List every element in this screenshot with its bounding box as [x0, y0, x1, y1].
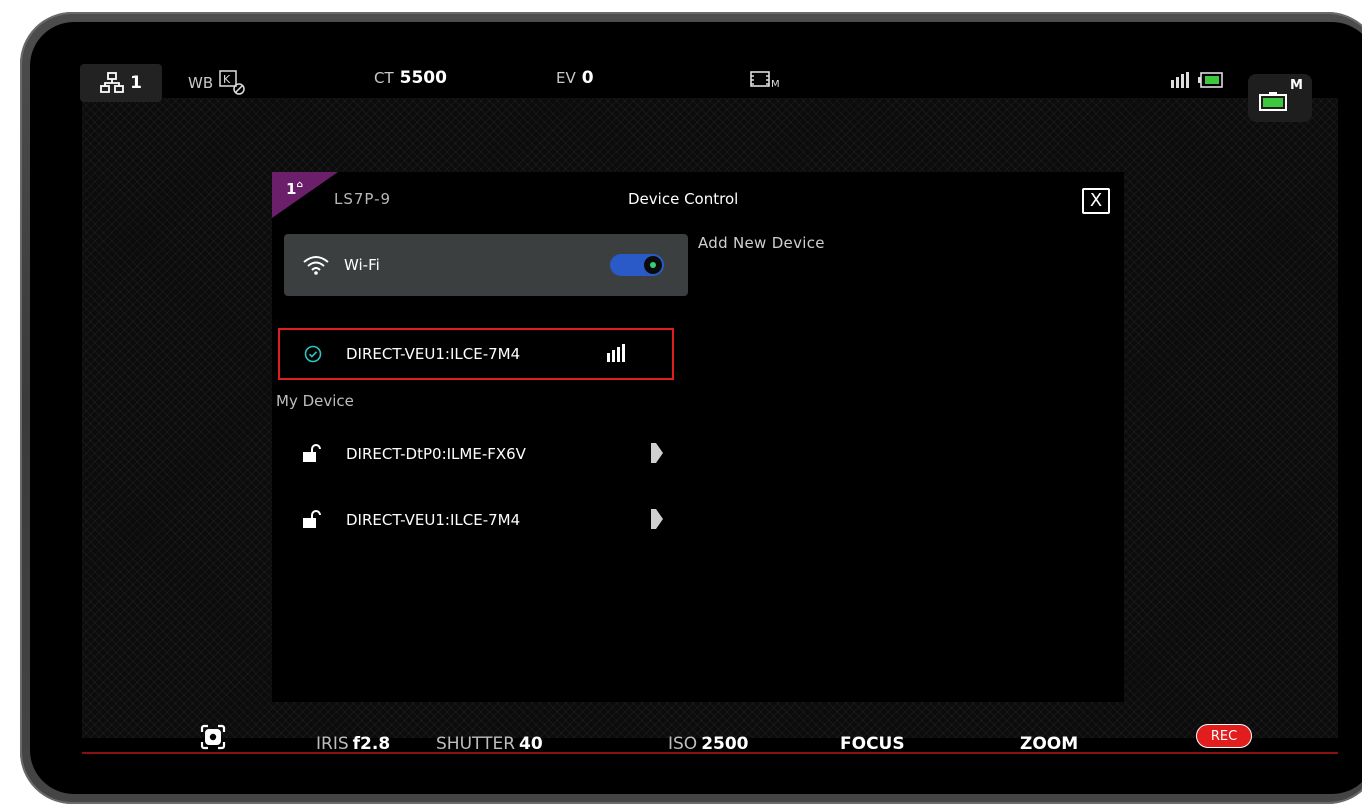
device-control-dialog: 1⌂ LS7P-9 Device Control X Wi-Fi Add New…	[272, 172, 1124, 702]
wifi-toggle[interactable]	[610, 254, 664, 276]
ev-value: 0	[581, 68, 594, 88]
iso-status[interactable]: ISO 2500	[668, 734, 749, 754]
connected-device-name: DIRECT-VEU1:ILCE-7M4	[346, 345, 521, 363]
my-device-name: DIRECT-VEU1:ILCE-7M4	[346, 511, 521, 529]
bottom-divider	[82, 752, 1338, 754]
connected-device-row[interactable]: DIRECT-VEU1:ILCE-7M4	[278, 328, 674, 380]
my-device-name: DIRECT-DtP0:ILME-FX6V	[346, 445, 526, 463]
my-device-item[interactable]: DIRECT-VEU1:ILCE-7M4	[302, 500, 672, 540]
my-device-heading: My Device	[276, 392, 354, 410]
battery-mode-box[interactable]: M	[1248, 74, 1312, 122]
iris-value: f2.8	[352, 734, 391, 754]
network-icon	[100, 72, 124, 93]
check-icon	[304, 345, 322, 363]
wifi-icon	[303, 256, 329, 275]
rec-button[interactable]: REC	[1196, 724, 1252, 748]
iso-value: 2500	[701, 734, 749, 754]
camera-badge-label: 1⌂	[286, 180, 303, 198]
wb-kelvin-icon: K	[219, 70, 245, 95]
ev-label: EV	[556, 69, 576, 87]
signal-status-icon	[1171, 72, 1189, 88]
battery-mode-label: M	[1290, 78, 1303, 93]
shutter-label: SHUTTER	[436, 734, 516, 754]
ev-status[interactable]: EV 0	[556, 68, 594, 88]
screenshot-icon[interactable]	[200, 724, 226, 750]
lock-open-icon	[303, 444, 321, 462]
ct-label: CT	[374, 69, 394, 87]
add-new-device-button[interactable]: Add New Device	[698, 234, 825, 252]
svg-text:K: K	[223, 73, 231, 86]
camera-device-name: LS7P-9	[334, 190, 392, 208]
badge-number: 1	[286, 180, 297, 198]
camera-badge	[272, 172, 338, 218]
arrow-right-icon[interactable]	[650, 442, 664, 464]
lock-open-icon	[303, 510, 321, 528]
close-icon: X	[1089, 190, 1103, 211]
film-icon[interactable]: M	[750, 70, 786, 90]
signal-icon	[607, 344, 625, 362]
wifi-card: Wi-Fi	[284, 234, 688, 296]
network-count: 1	[130, 73, 142, 93]
shutter-value: 40	[519, 734, 543, 754]
ct-status[interactable]: CT 5500	[374, 68, 447, 88]
battery-icon	[1198, 72, 1223, 88]
zoom-button[interactable]: ZOOM	[1020, 734, 1078, 754]
focus-button[interactable]: FOCUS	[840, 734, 905, 754]
svg-text:M: M	[771, 79, 780, 90]
wb-status[interactable]: WB K	[188, 70, 247, 96]
iris-label: IRIS	[316, 734, 349, 754]
battery-icon	[1259, 92, 1287, 111]
iso-label: ISO	[668, 734, 698, 754]
dialog-title: Device Control	[628, 190, 739, 208]
screen: 1 WB K CT 5500 EV 0 M M 1⌂ LS7P-9 Device…	[30, 22, 1362, 794]
wb-label: WB	[188, 74, 214, 92]
badge-network-icon: ⌂	[296, 180, 303, 190]
my-device-item[interactable]: DIRECT-DtP0:ILME-FX6V	[302, 434, 672, 474]
ct-value: 5500	[399, 68, 447, 88]
network-indicator[interactable]: 1	[80, 64, 162, 102]
rec-label: REC	[1210, 728, 1238, 744]
iris-status[interactable]: IRIS f2.8	[316, 734, 390, 754]
close-button[interactable]: X	[1082, 188, 1110, 214]
wifi-label: Wi-Fi	[344, 256, 380, 274]
shutter-status[interactable]: SHUTTER 40	[436, 734, 543, 754]
wifi-toggle-knob	[644, 256, 662, 274]
arrow-right-icon[interactable]	[650, 508, 664, 530]
